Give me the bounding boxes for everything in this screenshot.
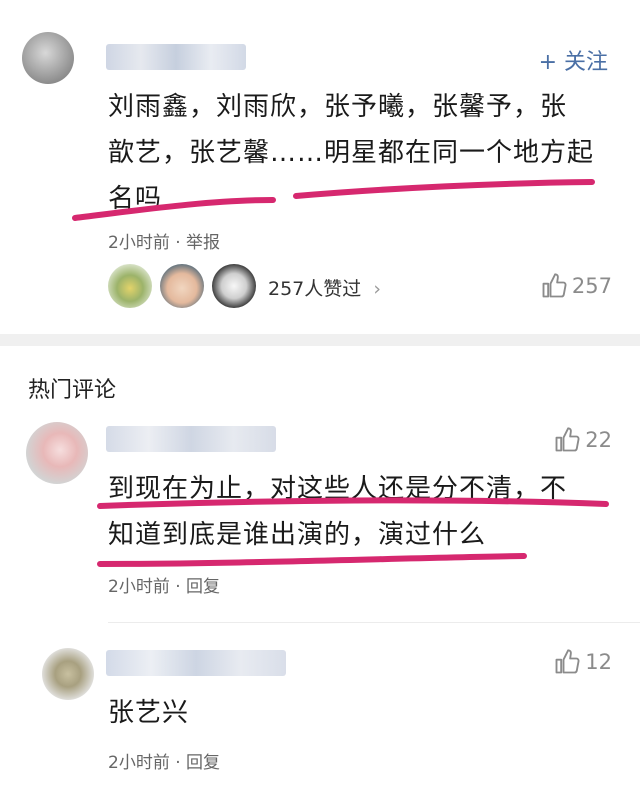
comment-meta[interactable]: 2小时前 · 举报 (108, 228, 220, 253)
like-count: 257 (571, 274, 612, 298)
like-count: 12 (585, 650, 612, 674)
thumbs-up-icon (555, 649, 580, 674)
underline-stroke (293, 179, 595, 199)
username-blurred[interactable] (106, 650, 286, 676)
highlight-underline (72, 179, 595, 221)
like-count: 22 (585, 428, 612, 452)
thumbs-up-icon (542, 273, 567, 298)
section-title: 热门评论 (28, 378, 117, 403)
like-button[interactable]: 22 (553, 426, 612, 454)
likers-link[interactable]: 257人赞过 › (268, 274, 381, 301)
comment-meta[interactable]: 2小时前 · 回复 (108, 748, 220, 773)
liker-avatar[interactable] (108, 264, 152, 308)
comment-meta[interactable]: 2小时前 · 回复 (108, 572, 220, 597)
avatar[interactable] (26, 422, 88, 484)
likers-label: 257人赞过 (268, 278, 362, 300)
username-blurred[interactable] (106, 426, 276, 452)
liker-avatar[interactable] (212, 264, 256, 308)
thumbs-up-icon (555, 427, 580, 452)
chevron-right-icon: › (373, 278, 381, 300)
comment-text-line: 张艺兴 (108, 698, 190, 728)
comment-text: 张艺兴 (108, 690, 618, 736)
like-button[interactable]: 257 (540, 272, 612, 300)
comment-divider (108, 622, 640, 623)
highlight-underline (97, 497, 609, 567)
underline-stroke (97, 497, 609, 509)
section-divider (0, 334, 640, 346)
like-button[interactable]: 12 (553, 648, 612, 676)
underline-stroke (97, 553, 527, 567)
underline-stroke (72, 197, 276, 221)
avatar[interactable] (42, 648, 94, 700)
liker-avatar[interactable] (160, 264, 204, 308)
